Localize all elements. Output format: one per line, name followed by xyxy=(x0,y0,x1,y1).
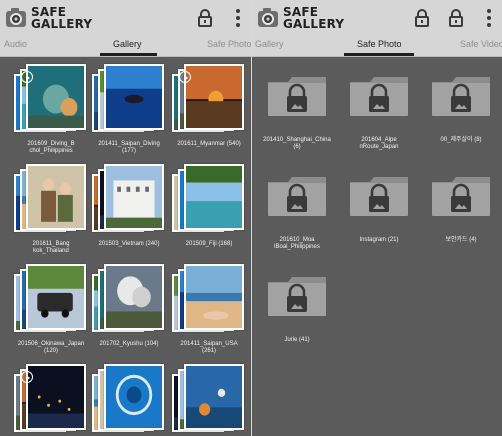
locked-folder-icon xyxy=(348,174,410,218)
album-thumbnail-stack xyxy=(92,164,166,240)
album-caption: 201702_Kyushu (104) xyxy=(99,341,159,347)
album-thumbnail-stack xyxy=(14,64,88,140)
album-thumbnail xyxy=(104,64,164,130)
folder-caption: Instagram (21) xyxy=(359,237,399,243)
folder-caption: 201610_Moa lBoal_Philippines xyxy=(274,237,320,250)
album-thumbnail-stack xyxy=(172,64,246,140)
left-screen: SAFE GALLERY Audio Gallery Safe Photo 201… xyxy=(0,0,252,436)
album-item[interactable]: 201611_Bang kok_Thailand xyxy=(14,164,88,254)
album-thumbnail xyxy=(184,264,244,330)
right-screen: SAFE GALLERY Gallery Safe Photo Safe Vide… xyxy=(252,0,502,436)
folder-caption: 00_제주살이 (8) xyxy=(440,137,482,143)
locked-folder-icon xyxy=(430,174,492,218)
locked-folder-icon xyxy=(266,174,328,218)
album-item[interactable]: 201503_Vietnam (240) xyxy=(92,164,166,247)
album-thumbnail-stack xyxy=(172,364,246,436)
folder-caption: 201410_Shanghai_China (6) xyxy=(263,137,331,150)
app-title: SAFE GALLERY xyxy=(283,5,345,31)
album-thumbnail xyxy=(26,164,86,230)
album-item[interactable]: 201509_Fiji (168) xyxy=(172,164,246,247)
locked-folder[interactable]: 201604_Alpe nRoute_Japan xyxy=(348,74,410,150)
tab-gallery[interactable]: Gallery xyxy=(113,39,142,49)
tab-gallery[interactable]: Gallery xyxy=(255,39,284,49)
album-caption: 201609_Diving_B chol_Philippines xyxy=(27,141,75,154)
album-item[interactable]: 201506_Okinawa_Japan (120) xyxy=(14,264,88,354)
lock-icon[interactable] xyxy=(446,7,466,29)
lock-icon[interactable] xyxy=(195,7,215,29)
album-caption: 201611_Bang kok_Thailand xyxy=(32,241,70,254)
album-item[interactable] xyxy=(92,364,166,436)
tab-indicator xyxy=(344,53,414,56)
locked-folder-icon xyxy=(266,274,328,318)
album-caption: 201411_Saipan_USA (261) xyxy=(180,341,238,354)
locked-folder-icon xyxy=(430,74,492,118)
album-thumbnail-stack xyxy=(172,264,246,340)
album-caption: 201506_Okinawa_Japan (120) xyxy=(17,341,85,354)
album-thumbnail xyxy=(26,264,86,330)
folder-caption: 보안카드 (4) xyxy=(445,237,477,243)
album-item[interactable] xyxy=(14,364,88,436)
locked-folder[interactable]: 201610_Moa lBoal_Philippines xyxy=(266,174,328,250)
album-thumbnail xyxy=(184,64,244,130)
locked-folder[interactable]: 201410_Shanghai_China (6) xyxy=(263,74,331,150)
app-bar: SAFE GALLERY xyxy=(0,0,252,36)
album-thumbnail-stack xyxy=(92,264,166,340)
album-grid: 201609_Diving_B chol_Philippines 201411_S… xyxy=(0,58,252,436)
more-vert-icon[interactable] xyxy=(479,7,499,29)
album-thumbnail-stack xyxy=(14,164,88,240)
album-thumbnail-stack xyxy=(14,264,88,340)
more-vert-icon[interactable] xyxy=(228,7,248,29)
album-caption: 201509_Fiji (168) xyxy=(185,241,233,247)
album-caption: 201411_Saipan_Diving (177) xyxy=(98,141,160,154)
locked-folder-icon xyxy=(266,74,328,118)
app-title: SAFE GALLERY xyxy=(31,5,93,31)
folder-caption: 201604_Alpe nRoute_Japan xyxy=(359,137,399,150)
album-item[interactable] xyxy=(172,364,246,436)
album-thumbnail xyxy=(184,164,244,230)
tab-safe-video[interactable]: Safe Video xyxy=(460,39,502,49)
album-thumbnail-stack xyxy=(92,64,166,140)
camera-logo-icon xyxy=(258,8,278,27)
tab-indicator xyxy=(100,53,157,56)
app-bar: SAFE GALLERY xyxy=(252,0,502,36)
tab-bar: Audio Gallery Safe Photo xyxy=(0,36,252,57)
album-thumbnail xyxy=(104,164,164,230)
play-icon xyxy=(21,71,33,83)
tab-safe-photo[interactable]: Safe Photo xyxy=(207,39,252,49)
album-thumbnail xyxy=(26,64,86,130)
tab-bar: Gallery Safe Photo Safe Video xyxy=(252,36,502,57)
locked-folder-icon xyxy=(348,74,410,118)
album-item[interactable]: 201609_Diving_B chol_Philippines xyxy=(14,64,88,154)
play-icon xyxy=(21,371,33,383)
album-thumbnail-stack xyxy=(14,364,88,436)
tab-audio[interactable]: Audio xyxy=(4,39,27,49)
locked-folder[interactable]: Jurie (41) xyxy=(266,274,328,343)
album-thumbnail-stack xyxy=(92,364,166,436)
album-item[interactable]: 201611_Myanmar (540) xyxy=(172,64,246,147)
tab-safe-photo[interactable]: Safe Photo xyxy=(357,39,402,49)
locked-folder[interactable]: Instagram (21) xyxy=(348,174,410,243)
album-caption: 201611_Myanmar (540) xyxy=(177,141,241,147)
album-thumbnail xyxy=(26,364,86,430)
locked-folder[interactable]: 00_제주살이 (8) xyxy=(430,74,492,143)
folder-grid: 201410_Shanghai_China (6) 201604_Alpe nRo… xyxy=(252,58,502,436)
album-thumbnail xyxy=(104,264,164,330)
album-thumbnail xyxy=(104,364,164,430)
album-item[interactable]: 201411_Saipan_Diving (177) xyxy=(92,64,166,154)
lock-icon[interactable] xyxy=(412,7,432,29)
locked-folder[interactable]: 보안카드 (4) xyxy=(430,174,492,243)
album-item[interactable]: 201411_Saipan_USA (261) xyxy=(172,264,246,354)
album-caption: 201503_Vietnam (240) xyxy=(98,241,160,247)
folder-caption: Jurie (41) xyxy=(284,337,310,343)
play-icon xyxy=(179,71,191,83)
camera-logo-icon xyxy=(6,8,26,27)
album-thumbnail-stack xyxy=(172,164,246,240)
album-item[interactable]: 201702_Kyushu (104) xyxy=(92,264,166,347)
album-thumbnail xyxy=(184,364,244,430)
